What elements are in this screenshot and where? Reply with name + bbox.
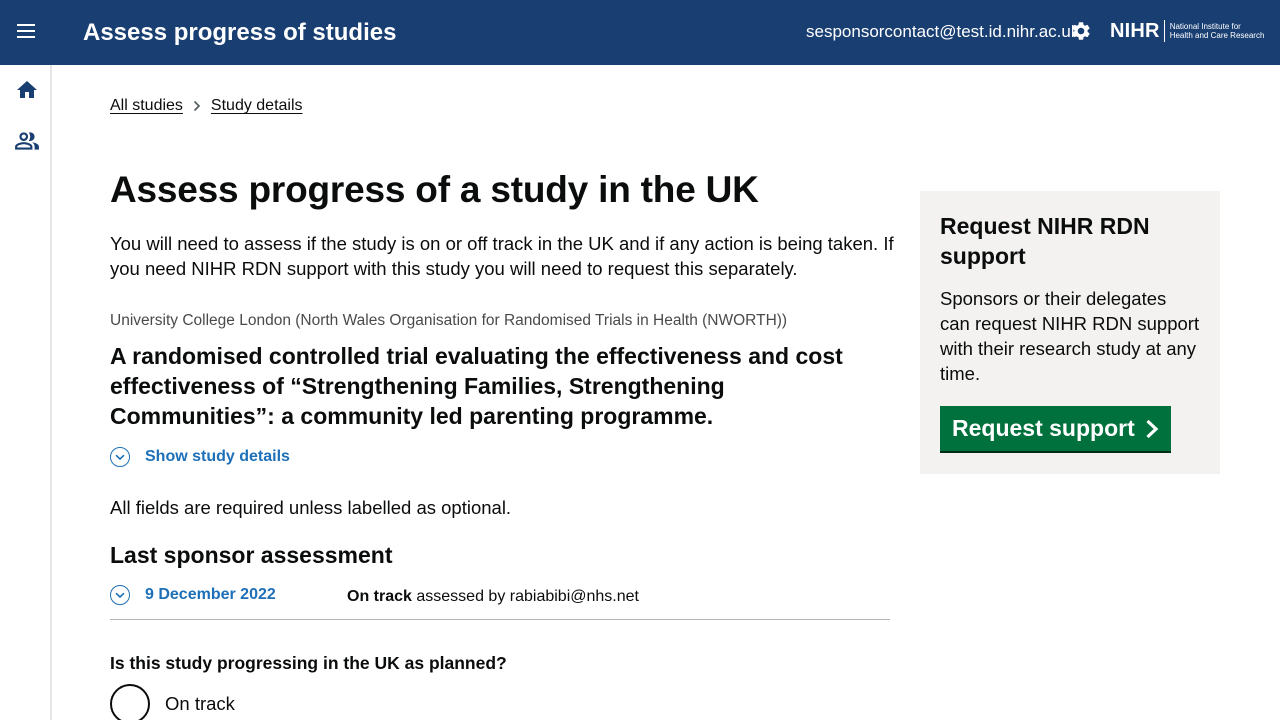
last-assessment-row: 9 December 2022 On track assessed by rab… bbox=[110, 585, 890, 620]
chevron-right-icon bbox=[193, 100, 201, 112]
logo-line-2: Health and Care Research bbox=[1169, 31, 1265, 40]
user-email: sesponsorcontact@test.id.nihr.ac.uk bbox=[806, 22, 1080, 41]
show-study-details-toggle[interactable]: Show study details bbox=[110, 447, 290, 467]
assessment-assessed-by: assessed by rabiabibi@nhs.net bbox=[416, 588, 639, 605]
assessment-date-toggle[interactable]: 9 December 2022 bbox=[110, 585, 276, 605]
home-icon bbox=[15, 78, 39, 107]
logo-mark: NIHR bbox=[1110, 19, 1160, 42]
request-support-label: Request support bbox=[952, 415, 1135, 441]
people-icon bbox=[14, 128, 40, 159]
support-heading: Request NIHR RDN support bbox=[940, 213, 1150, 269]
gear-icon bbox=[1070, 20, 1092, 47]
breadcrumb: All studies Study details bbox=[110, 95, 303, 117]
study-organisation: University College London (North Wales O… bbox=[110, 312, 788, 329]
logo-divider bbox=[1163, 20, 1165, 42]
show-study-details-link[interactable]: Show study details bbox=[145, 448, 290, 466]
radio-label-on-track: On track bbox=[165, 693, 235, 714]
chevron-right-icon bbox=[1145, 419, 1159, 439]
radio-option-on-track[interactable]: On track bbox=[110, 684, 235, 720]
progress-question: Is this study progressing in the UK as p… bbox=[110, 653, 507, 673]
menu-icon bbox=[17, 23, 37, 44]
assessment-status: On track assessed by rabiabibi@nhs.net bbox=[347, 587, 639, 607]
assessment-date-link[interactable]: 9 December 2022 bbox=[145, 586, 276, 604]
support-text: Sponsors or their delegates can request … bbox=[940, 288, 1200, 384]
top-header: Assess progress of studies sesponsorcont… bbox=[0, 0, 1280, 65]
assessment-status-value: On track bbox=[347, 588, 412, 605]
breadcrumb-study-details[interactable]: Study details bbox=[211, 97, 303, 115]
support-panel: Request NIHR RDN support Sponsors or the… bbox=[920, 191, 1220, 474]
chevron-down-circle-icon bbox=[110, 447, 130, 467]
breadcrumb-all-studies[interactable]: All studies bbox=[110, 97, 183, 115]
nav-home-button[interactable] bbox=[13, 78, 41, 106]
radio-on-track[interactable] bbox=[110, 684, 150, 720]
page-title: Assess progress of a study in the UK bbox=[110, 169, 759, 210]
nav-users-button[interactable] bbox=[13, 129, 41, 157]
chevron-down-circle-icon bbox=[110, 585, 130, 605]
settings-button[interactable] bbox=[1068, 20, 1094, 46]
nihr-logo[interactable]: NIHR National Institute for Health and C… bbox=[1110, 19, 1264, 43]
app-title: Assess progress of studies bbox=[83, 19, 397, 46]
study-title: A randomised controlled trial evaluating… bbox=[110, 343, 843, 429]
required-fields-note: All fields are required unless labelled … bbox=[110, 497, 512, 518]
intro-text: You will need to assess if the study is … bbox=[110, 233, 894, 279]
request-support-button[interactable]: Request support bbox=[940, 406, 1171, 451]
side-navigation bbox=[0, 65, 52, 720]
logo-full-name: National Institute for Health and Care R… bbox=[1170, 22, 1265, 40]
menu-button[interactable] bbox=[10, 16, 44, 50]
logo-line-1: National Institute for bbox=[1169, 22, 1241, 31]
last-assessment-heading: Last sponsor assessment bbox=[110, 542, 393, 568]
